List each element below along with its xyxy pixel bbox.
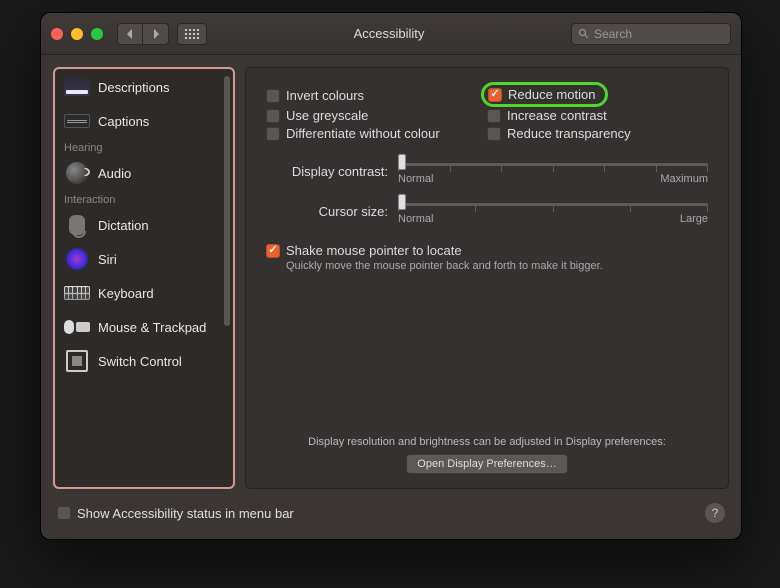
descriptions-icon xyxy=(64,76,90,98)
checkbox-label: Reduce transparency xyxy=(507,126,631,141)
show-all-button[interactable] xyxy=(177,23,207,45)
sidebar-item-label: Audio xyxy=(98,166,131,181)
search-icon xyxy=(578,28,590,40)
audio-icon xyxy=(64,162,90,184)
captions-icon xyxy=(64,110,90,132)
zoom-icon[interactable] xyxy=(91,28,103,40)
nav-buttons xyxy=(117,23,169,45)
sidebar-item-captions[interactable]: Captions xyxy=(56,104,232,138)
help-button[interactable]: ? xyxy=(705,503,725,523)
cursor-size-label: Cursor size: xyxy=(266,204,398,219)
sidebar-item-label: Dictation xyxy=(98,218,149,233)
sidebar-scrollbar[interactable] xyxy=(224,76,230,326)
sidebar-group-interaction: Interaction xyxy=(56,190,232,208)
window-controls xyxy=(51,28,103,40)
minimize-icon[interactable] xyxy=(71,28,83,40)
show-status-checkbox[interactable]: Show Accessibility status in menu bar xyxy=(57,506,294,521)
sidebar-item-dictation[interactable]: Dictation xyxy=(56,208,232,242)
checkbox-icon xyxy=(266,109,280,123)
checkbox-label: Reduce motion xyxy=(508,87,595,102)
checkbox-label: Increase contrast xyxy=(507,108,607,123)
checkbox-label: Invert colours xyxy=(286,88,364,103)
display-contrast-slider[interactable] xyxy=(398,157,708,171)
slider-thumb-icon[interactable] xyxy=(398,154,406,170)
sidebar-item-audio[interactable]: Audio xyxy=(56,156,232,190)
checkbox-icon xyxy=(488,88,502,102)
checkbox-icon xyxy=(266,127,280,141)
increase-contrast-checkbox[interactable]: Increase contrast xyxy=(487,108,708,123)
slider-min-label: Normal xyxy=(398,173,433,185)
slider-thumb-icon[interactable] xyxy=(398,194,406,210)
invert-colours-checkbox[interactable]: Invert colours xyxy=(266,86,487,105)
sidebar-item-descriptions[interactable]: Descriptions xyxy=(56,70,232,104)
sidebar-item-siri[interactable]: Siri xyxy=(56,242,232,276)
checkbox-label: Show Accessibility status in menu bar xyxy=(77,506,294,521)
slider-min-label: Normal xyxy=(398,213,433,225)
checkbox-icon xyxy=(266,89,280,103)
shake-mouse-checkbox[interactable]: Shake mouse pointer to locate xyxy=(266,243,708,258)
checkbox-icon xyxy=(57,506,71,520)
cursor-size-slider[interactable] xyxy=(398,197,708,211)
search-placeholder: Search xyxy=(594,27,632,41)
checkbox-label: Use greyscale xyxy=(286,108,368,123)
sidebar-item-label: Mouse & Trackpad xyxy=(98,320,206,335)
sidebar-item-switch[interactable]: Switch Control xyxy=(56,344,232,378)
sidebar-item-label: Siri xyxy=(98,252,117,267)
checkbox-icon xyxy=(487,109,501,123)
reduce-transparency-checkbox[interactable]: Reduce transparency xyxy=(487,126,708,141)
titlebar: Accessibility Search xyxy=(41,13,741,55)
reduce-motion-highlight: Reduce motion xyxy=(481,82,608,107)
settings-panel: Invert colours Reduce motion Use greysca… xyxy=(245,67,729,489)
use-greyscale-checkbox[interactable]: Use greyscale xyxy=(266,108,487,123)
checkbox-label: Shake mouse pointer to locate xyxy=(286,243,462,258)
open-display-prefs-button[interactable]: Open Display Preferences… xyxy=(406,454,567,474)
sidebar-item-label: Descriptions xyxy=(98,80,170,95)
back-button[interactable] xyxy=(117,23,143,45)
accessibility-prefpane: Accessibility Search Descriptions Captio… xyxy=(40,12,742,540)
sidebar-item-mouse[interactable]: Mouse & Trackpad xyxy=(56,310,232,344)
close-icon[interactable] xyxy=(51,28,63,40)
dictation-icon xyxy=(64,214,90,236)
sidebar-item-label: Captions xyxy=(98,114,149,129)
footer: Show Accessibility status in menu bar ? xyxy=(53,501,729,527)
slider-max-label: Maximum xyxy=(660,173,708,185)
forward-button[interactable] xyxy=(143,23,169,45)
mouse-icon xyxy=(64,316,90,338)
siri-icon xyxy=(64,248,90,270)
content: Descriptions Captions Hearing Audio Inte… xyxy=(41,55,741,539)
search-input[interactable]: Search xyxy=(571,23,731,45)
differentiate-colour-checkbox[interactable]: Differentiate without colour xyxy=(266,126,487,141)
sidebar: Descriptions Captions Hearing Audio Inte… xyxy=(53,67,235,489)
display-prefs-note: Display resolution and brightness can be… xyxy=(266,436,708,448)
display-contrast-label: Display contrast: xyxy=(266,164,398,179)
checkbox-label: Differentiate without colour xyxy=(286,126,440,141)
sidebar-group-hearing: Hearing xyxy=(56,138,232,156)
shake-mouse-description: Quickly move the mouse pointer back and … xyxy=(286,260,708,272)
page-title: Accessibility xyxy=(215,26,563,41)
checkbox-icon xyxy=(266,244,280,258)
sidebar-item-keyboard[interactable]: Keyboard xyxy=(56,276,232,310)
sidebar-item-label: Switch Control xyxy=(98,354,182,369)
reduce-motion-checkbox[interactable]: Reduce motion xyxy=(488,87,595,102)
switch-icon xyxy=(64,350,90,372)
checkbox-icon xyxy=(487,127,501,141)
slider-max-label: Large xyxy=(680,213,708,225)
keyboard-icon xyxy=(64,282,90,304)
sidebar-item-label: Keyboard xyxy=(98,286,154,301)
